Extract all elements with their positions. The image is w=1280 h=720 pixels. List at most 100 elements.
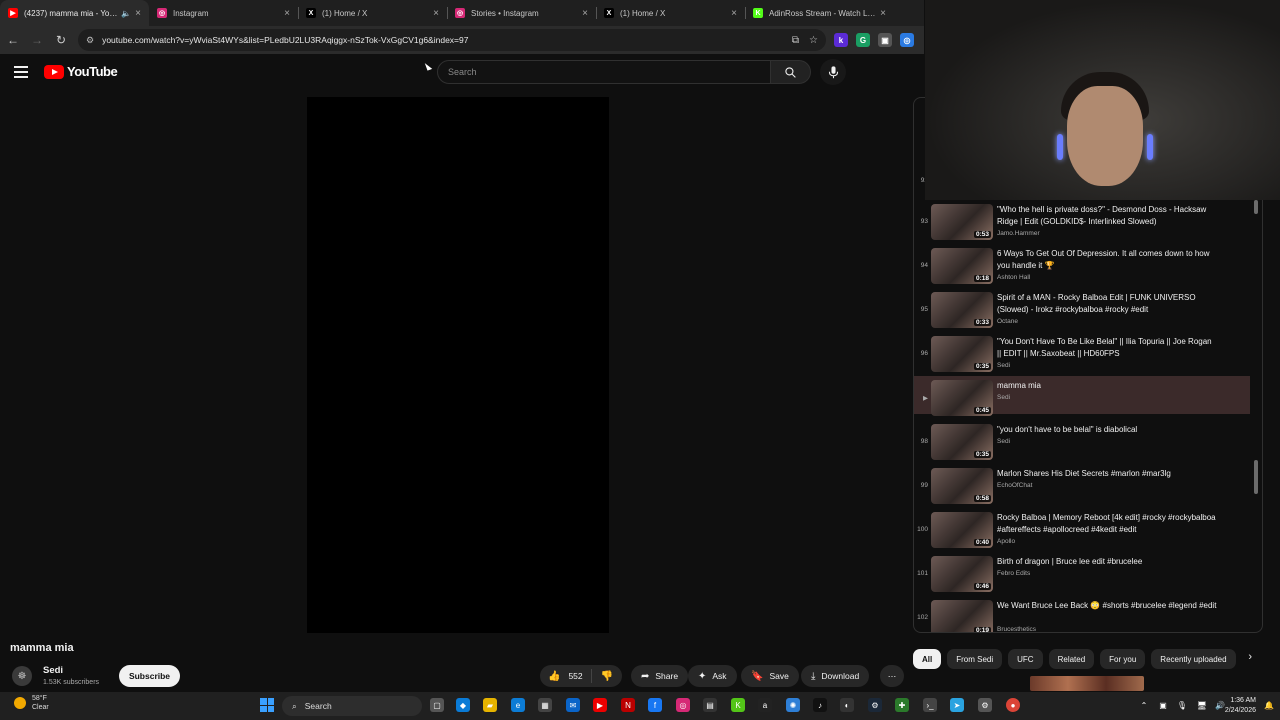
extension-puzzle-icon[interactable]: ▣ <box>878 33 892 47</box>
terminal-icon[interactable]: ›_ <box>923 698 937 712</box>
filter-chip[interactable]: Recently uploaded <box>1151 649 1236 669</box>
mail-icon[interactable]: ✉ <box>566 698 580 712</box>
video-thumbnail[interactable]: 0:45 <box>931 380 993 416</box>
youtube-logo[interactable]: YouTube <box>44 64 118 79</box>
chevron-right-icon[interactable]: › <box>1248 651 1252 663</box>
task-view-icon[interactable]: ▢ <box>430 698 444 712</box>
playlist-item-channel[interactable]: Brucesthetics <box>997 626 1036 632</box>
video-thumbnail[interactable]: 0:35 <box>931 336 993 372</box>
instagram-app-icon[interactable]: ◎ <box>676 698 690 712</box>
playlist-item-channel[interactable]: Sedi <box>997 438 1010 445</box>
video-thumbnail[interactable]: 0:18 <box>931 248 993 284</box>
playlist-item-channel[interactable]: Febro Edits <box>997 570 1030 577</box>
playlist-item-channel[interactable]: Sedi <box>997 362 1010 369</box>
video-thumbnail[interactable]: 0:46 <box>931 556 993 592</box>
playlist-scrollbar-thumb[interactable] <box>1254 460 1258 494</box>
facebook-icon[interactable]: f <box>648 698 662 712</box>
extension-k-icon[interactable]: k <box>834 33 848 47</box>
playlist-item[interactable]: 102 0:19 We Want Bruce Lee Back 😳 #shorts … <box>914 600 1250 632</box>
amazon-icon[interactable]: a <box>758 698 772 712</box>
kick-app-icon[interactable]: K <box>731 698 745 712</box>
close-tab-icon[interactable]: × <box>433 8 439 19</box>
playlist-item-title[interactable]: Rocky Balboa | Memory Reboot [4k edit] #… <box>997 512 1217 536</box>
browser-tab[interactable]: X (1) Home / X × <box>596 0 745 26</box>
search-button[interactable] <box>771 60 811 84</box>
subscribe-button[interactable]: Subscribe <box>119 665 180 687</box>
speaker-icon[interactable]: 🔈 <box>121 9 131 18</box>
channel-name[interactable]: Sedi <box>43 665 63 676</box>
playlist-item[interactable]: 99 0:58 Marlon Shares His Diet Secrets #ma… <box>914 468 1250 510</box>
site-info-icon[interactable]: ⚙ <box>86 35 94 46</box>
browser-tab[interactable]: ◎ Instagram × <box>149 0 298 26</box>
close-tab-icon[interactable]: × <box>582 8 588 19</box>
playlist-item[interactable]: 98 0:35 "you don't have to be belal" is di… <box>914 424 1250 466</box>
menu-icon[interactable] <box>14 66 28 78</box>
notification-bell-icon[interactable]: 🔔 <box>1262 698 1276 712</box>
channel-avatar[interactable]: ☸ <box>12 666 32 686</box>
playlist-item-title[interactable]: "Who the hell is private doss?" - Desmon… <box>997 204 1217 228</box>
playlist-item-channel[interactable]: Octane <box>997 318 1018 325</box>
browser-tab[interactable]: ▶ (4237) mamma mia - YouTube🔈 × <box>0 0 149 26</box>
weather-widget[interactable]: 58°F Clear <box>14 694 49 712</box>
close-tab-icon[interactable]: × <box>135 8 141 19</box>
file-explorer-icon[interactable]: ▰ <box>483 698 497 712</box>
taskbar-search[interactable]: ⌕ Search <box>282 696 422 716</box>
steam-icon[interactable]: ⚙ <box>868 698 882 712</box>
network-icon[interactable]: 🖥 <box>1195 698 1209 712</box>
filter-chip[interactable]: UFC <box>1008 649 1043 669</box>
playlist-item-title[interactable]: Birth of dragon | Bruce lee edit #brucel… <box>997 556 1217 568</box>
playlist-item-channel[interactable]: Sedi <box>997 394 1010 401</box>
prime-icon[interactable]: ✺ <box>786 698 800 712</box>
close-tab-icon[interactable]: × <box>731 8 737 19</box>
dislike-button[interactable]: 👎 <box>592 671 622 682</box>
playlist-item-title[interactable]: 6 Ways To Get Out Of Depression. It all … <box>997 248 1217 272</box>
taskbar-clock[interactable]: 1:36 AM 2/24/2026 <box>1225 696 1256 716</box>
playlist-item[interactable]: 95 0:33 Spirit of a MAN - Rocky Balboa Edi… <box>914 292 1250 334</box>
browser-tab[interactable]: K AdinRoss Stream - Watch Live o × <box>745 0 894 26</box>
video-thumbnail[interactable]: 0:40 <box>931 512 993 548</box>
playlist-item-title[interactable]: Marlon Shares His Diet Secrets #marlon #… <box>997 468 1217 480</box>
youtube-app-icon[interactable]: ▶ <box>593 698 607 712</box>
video-thumbnail[interactable]: 0:53 <box>931 204 993 240</box>
video-thumbnail[interactable]: 0:35 <box>931 424 993 460</box>
address-bar[interactable]: ⚙ youtube.com/watch?v=yWviaSt4WYs&list=P… <box>78 29 826 51</box>
playlist-item-channel[interactable]: Jamo.Hammer <box>997 230 1040 237</box>
like-button[interactable]: 👍 552 <box>540 669 592 683</box>
bookmark-star-icon[interactable]: ☆ <box>809 35 818 46</box>
netflix-icon[interactable]: N <box>621 698 635 712</box>
share-button[interactable]: ➦ Share <box>631 665 689 687</box>
playlist-item-current[interactable]: ▶ 0:45 mamma mia Sedi <box>914 376 1250 416</box>
playlist-item-channel[interactable]: Apollo <box>997 538 1015 545</box>
url-text[interactable]: youtube.com/watch?v=yWviaSt4WYs&list=PLe… <box>102 35 782 45</box>
forward-icon[interactable]: → <box>26 29 48 51</box>
settings-icon[interactable]: ⚙ <box>978 698 992 712</box>
back-icon[interactable]: ← <box>2 29 24 51</box>
filter-chip[interactable]: From Sedi <box>947 649 1003 669</box>
video-thumbnail[interactable]: 0:19 <box>931 600 993 632</box>
video-thumbnail[interactable]: 0:33 <box>931 292 993 328</box>
more-actions-button[interactable]: ⋯ <box>880 665 904 687</box>
start-button[interactable] <box>260 698 274 712</box>
playlist-scrollbar-top[interactable] <box>1254 200 1258 214</box>
extension-grammar-icon[interactable]: G <box>856 33 870 47</box>
filter-chip[interactable]: For you <box>1100 649 1146 669</box>
close-tab-icon[interactable]: × <box>284 8 290 19</box>
video-player[interactable] <box>307 97 609 633</box>
playlist-item-title[interactable]: mamma mia <box>997 380 1217 392</box>
playlist-item[interactable]: 93 0:53 "Who the hell is private doss?" - … <box>914 204 1250 246</box>
voice-search-button[interactable] <box>820 59 846 85</box>
playlist-item-channel[interactable]: EchoOfChat <box>997 482 1032 489</box>
tray-chevron-icon[interactable]: ⌃ <box>1137 698 1151 712</box>
playlist-item[interactable]: 96 0:35 "You Don't Have To Be Like Belal" … <box>914 336 1250 378</box>
playlist-item-title[interactable]: Spirit of a MAN - Rocky Balboa Edit | FU… <box>997 292 1217 316</box>
playlist-item-title[interactable]: "You Don't Have To Be Like Belal" || Ili… <box>997 336 1217 360</box>
filter-chip[interactable]: Related <box>1048 649 1095 669</box>
video-thumbnail[interactable]: 0:58 <box>931 468 993 504</box>
edge-icon[interactable]: e <box>511 698 525 712</box>
telegram-icon[interactable]: ➤ <box>950 698 964 712</box>
app-icon[interactable]: ◐ <box>840 698 854 712</box>
browser-tab[interactable]: X (1) Home / X × <box>298 0 447 26</box>
extension-blue-icon[interactable]: ◎ <box>900 33 914 47</box>
reload-icon[interactable]: ↻ <box>50 29 72 51</box>
search-input[interactable]: Search <box>437 60 771 84</box>
